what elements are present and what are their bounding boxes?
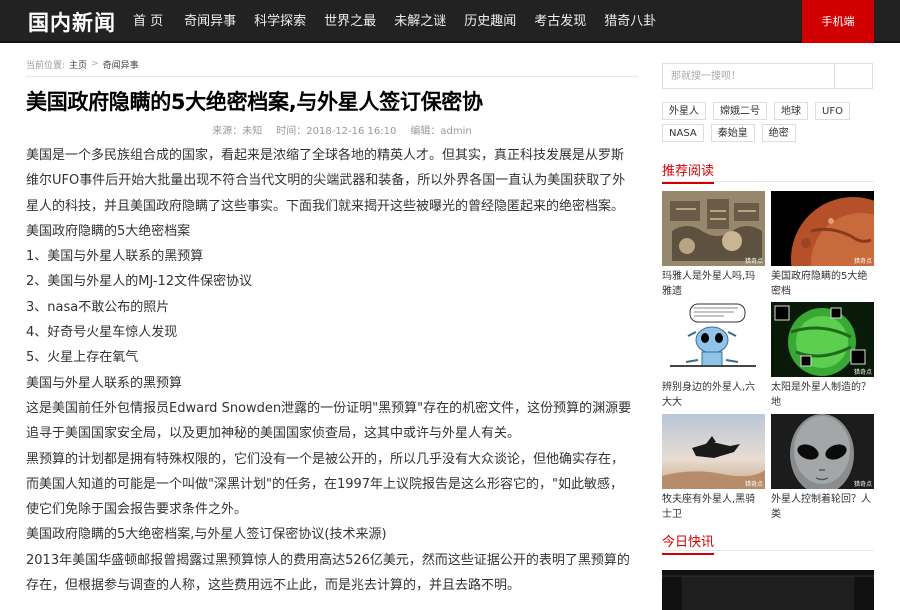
recommended-card[interactable]: 猎奇点 辨别身边的外星人,六大大 <box>662 302 765 410</box>
recommended-title[interactable]: 太阳是外星人制造的？地 <box>771 380 874 410</box>
search-input[interactable] <box>663 64 835 88</box>
recommended-thumbnail[interactable]: 猎奇点 <box>662 414 765 489</box>
recommended-title[interactable]: 外星人控制着轮回？人类 <box>771 492 874 522</box>
article-body: 美国是一个多民族组合成的国家，看起来是浓缩了全球各地的精英人才。但其实，真正科技… <box>26 143 636 598</box>
article-paragraph: 4、好奇号火星车惊人发现 <box>26 325 178 341</box>
article-paragraph: 黑预算的计划都是拥有特殊权限的，它们没有一个是被公开的，所以几乎没有大众谈论，但… <box>26 451 625 518</box>
article-paragraph: 5、火星上存在氧气 <box>26 350 139 366</box>
article-source: 来源：未知 <box>212 126 263 137</box>
recommended-title[interactable]: 牧夫座有外星人,黑骑士卫 <box>662 492 765 522</box>
tag-cloud: 外星人 嫦娥二号 地球 UFO NASA 秦始皇 绝密 <box>662 102 874 142</box>
breadcrumb: 当前位置: 主页 > 奇闻异事 <box>26 57 636 71</box>
recommended-title[interactable]: 美国政府隐瞒的5大绝密档 <box>771 269 874 299</box>
nav-item-gossip[interactable]: 猎奇八卦 <box>595 0 665 43</box>
article-paragraph: 这是美国前任外包情报员Edward Snowden泄露的一份证明"黑预算"存在的… <box>26 400 632 442</box>
nav-item-oddities[interactable]: 奇闻异事 <box>175 0 245 43</box>
thumbnail-watermark: 猎奇点 <box>853 369 872 376</box>
breadcrumb-category-link[interactable]: 奇闻异事 <box>103 58 139 71</box>
recommended-title[interactable]: 辨别身边的外星人,六大大 <box>662 380 765 410</box>
article-paragraph: 2、美国与外星人的MJ-12文件保密协议 <box>26 274 253 290</box>
today-news-thumbnail[interactable] <box>662 570 874 610</box>
recommended-thumbnail[interactable]: 猎奇点 <box>662 302 765 377</box>
article-paragraph: 美国与外星人联系的黑预算 <box>26 375 183 391</box>
main-nav: 首 页 奇闻异事 科学探索 世界之最 未解之谜 历史趣闻 考古发现 猎奇八卦 <box>125 0 665 43</box>
top-navigation-bar: 国内新闻 首 页 奇闻异事 科学探索 世界之最 未解之谜 历史趣闻 考古发现 猎… <box>0 0 900 43</box>
today-news-heading: 今日快讯 <box>662 531 715 555</box>
article-editor: 编辑：admin <box>410 126 472 137</box>
thumbnail-watermark: 猎奇点 <box>853 258 872 265</box>
nav-item-world-records[interactable]: 世界之最 <box>315 0 385 43</box>
article-paragraph: 1、美国与外星人联系的黑预算 <box>26 249 204 265</box>
mobile-version-button[interactable]: 手机端 <box>802 0 874 43</box>
recommended-card[interactable]: 猎奇点 外星人控制着轮回？人类 <box>771 414 874 522</box>
recommended-card[interactable]: 猎奇点 玛雅人是外星人吗,玛雅遗 <box>662 191 765 299</box>
article-paragraph: 美国是一个多民族组合成的国家，看起来是浓缩了全球各地的精英人才。但其实，真正科技… <box>26 148 626 214</box>
tag-aliens[interactable]: 外星人 <box>662 102 706 120</box>
tag-top-secret[interactable]: 绝密 <box>761 124 796 142</box>
tag-change-2[interactable]: 嫦娥二号 <box>713 102 767 120</box>
recommended-card[interactable]: 猎奇点 牧夫座有外星人,黑骑士卫 <box>662 414 765 522</box>
nav-item-science[interactable]: 科学探索 <box>245 0 315 43</box>
breadcrumb-home-link[interactable]: 主页 <box>69 58 87 71</box>
search-button[interactable] <box>835 64 872 88</box>
recommended-thumbnail[interactable]: 猎奇点 <box>771 302 874 377</box>
recommended-title[interactable]: 玛雅人是外星人吗,玛雅遗 <box>662 269 765 299</box>
thumbnail-watermark: 猎奇点 <box>744 481 763 488</box>
article-title: 美国政府隐瞒的5大绝密档案,与外星人签订保密协 <box>26 90 483 114</box>
tag-ufo[interactable]: UFO <box>815 102 850 120</box>
thumbnail-watermark: 猎奇点 <box>744 369 763 376</box>
main-content: 当前位置: 主页 > 奇闻异事 美国政府隐瞒的5大绝密档案,与外星人签订保密协 … <box>26 43 636 598</box>
nav-item-history[interactable]: 历史趣闻 <box>455 0 525 43</box>
recommended-card[interactable]: 猎奇点 美国政府隐瞒的5大绝密档 <box>771 191 874 299</box>
site-logo[interactable]: 国内新闻 <box>28 7 116 37</box>
article-time: 时间：2018-12-16 16:10 <box>276 126 397 137</box>
recommended-thumbnail[interactable]: 猎奇点 <box>771 191 874 266</box>
recommended-thumbnail[interactable]: 猎奇点 <box>771 414 874 489</box>
nav-item-archaeology[interactable]: 考古发现 <box>525 0 595 43</box>
tag-nasa[interactable]: NASA <box>662 124 704 142</box>
recommended-thumbnail[interactable]: 猎奇点 <box>662 191 765 266</box>
thumbnail-watermark: 猎奇点 <box>744 258 763 265</box>
thumbnail-watermark: 猎奇点 <box>853 481 872 488</box>
today-news-card[interactable] <box>662 570 874 610</box>
recommended-heading: 推荐阅读 <box>662 160 715 184</box>
article-paragraph: 2013年美国华盛顿邮报曾揭露过黑预算惊人的费用高达526亿美元，然而这些证据公… <box>26 552 630 594</box>
tag-qin-shi-huang[interactable]: 秦始皇 <box>710 124 755 142</box>
breadcrumb-prefix: 当前位置: <box>26 60 66 71</box>
article-paragraph: 3、nasa不敢公布的照片 <box>26 299 170 315</box>
nav-item-home[interactable]: 首 页 <box>125 0 175 43</box>
breadcrumb-separator: > <box>91 59 99 69</box>
recommended-card[interactable]: 猎奇点 太阳是外星人制造的？地 <box>771 302 874 410</box>
tag-earth[interactable]: 地球 <box>774 102 808 120</box>
article-meta: 来源：未知 时间：2018-12-16 16:10 编辑：admin <box>26 122 636 137</box>
nav-item-mysteries[interactable]: 未解之谜 <box>385 0 455 43</box>
search-box <box>662 63 873 89</box>
article-paragraph: 美国政府隐瞒的5大绝密档案 <box>26 223 191 239</box>
article-paragraph: 美国政府隐瞒的5大绝密档案,与外星人签订保密协议(技术来源) <box>26 527 387 543</box>
breadcrumb-divider <box>26 76 638 77</box>
